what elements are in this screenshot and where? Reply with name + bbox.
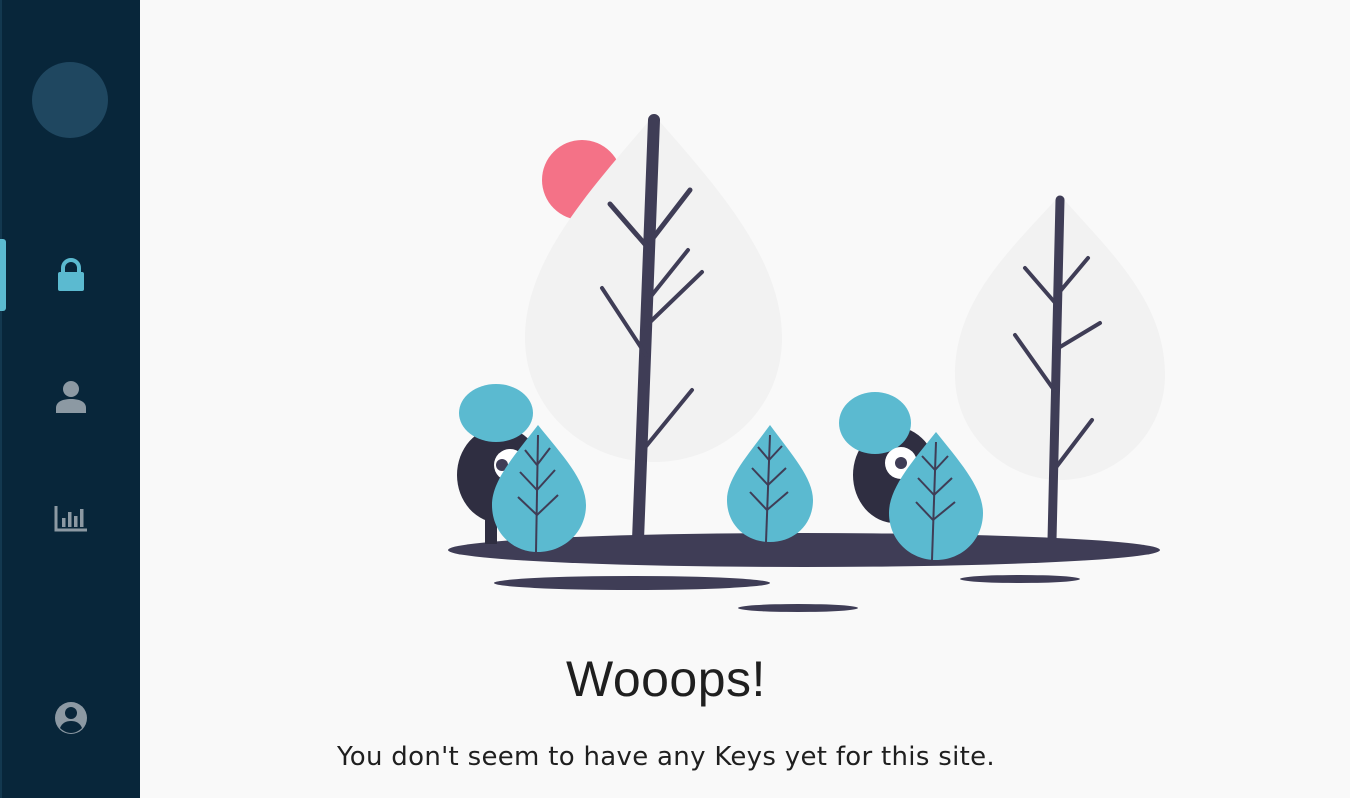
person-icon	[55, 380, 87, 414]
empty-state-message: You don't seem to have any Keys yet for …	[337, 742, 995, 772]
sidebar-item-keys[interactable]	[0, 239, 142, 311]
empty-state-illustration	[448, 114, 1165, 612]
lock-icon	[55, 258, 87, 292]
main-content: Wooops! You don't seem to have any Keys …	[140, 0, 1350, 798]
sidebar-item-account[interactable]	[0, 361, 142, 433]
avatar[interactable]	[32, 62, 108, 138]
empty-state-title: Wooops!	[566, 651, 766, 707]
bar-chart-icon	[54, 504, 88, 532]
sidebar-item-stats[interactable]	[0, 482, 142, 554]
